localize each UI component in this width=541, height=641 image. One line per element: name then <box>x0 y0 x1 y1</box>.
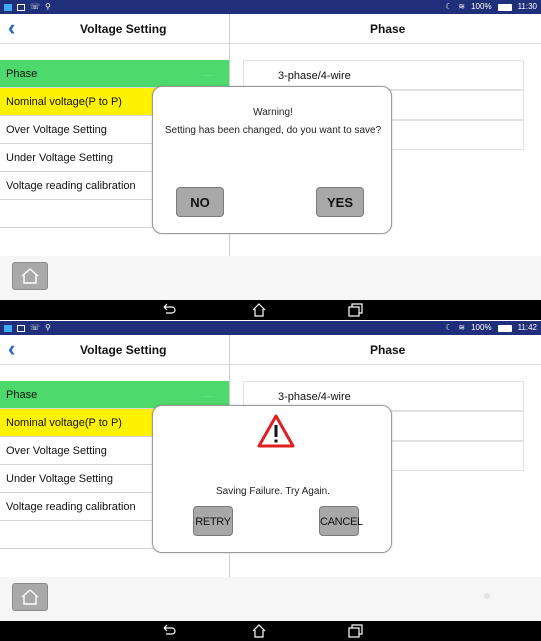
notification-icon <box>4 324 12 332</box>
app-header: ‹ Voltage Setting Phase <box>0 335 541 365</box>
page-title: Voltage Setting <box>80 22 167 36</box>
phone-icon: ☏ <box>30 323 41 332</box>
app-header: ‹ Voltage Setting Phase <box>0 14 541 44</box>
status-bar: ☏ ⚲ ☾ ≋ 100% 11:30 <box>0 0 541 14</box>
message-icon <box>17 324 25 332</box>
page-title: Voltage Setting <box>80 343 167 357</box>
notification-icon <box>4 3 12 11</box>
no-button[interactable]: NO <box>176 187 224 217</box>
footer-area <box>0 256 541 300</box>
menu-item-label: Over Voltage Setting <box>6 445 107 457</box>
battery-icon <box>497 324 512 332</box>
dialog-title: Warning! <box>253 107 293 118</box>
save-failure-dialog: Saving Failure. Try Again. RETRY CANCEL <box>152 405 392 553</box>
menu-item-tag: .... <box>204 69 213 78</box>
menu-item-label: Under Voltage Setting <box>6 152 114 164</box>
moon-icon: ☾ <box>445 2 453 11</box>
menu-item-label: Voltage reading calibration <box>6 501 136 513</box>
menu-item-label: Phase <box>6 389 38 401</box>
battery-percent: 100% <box>471 323 492 332</box>
clock: 11:30 <box>517 2 537 11</box>
battery-percent: 100% <box>471 2 492 11</box>
home-nav-icon[interactable] <box>250 623 268 639</box>
back-arrow-icon[interactable]: ‹ <box>8 338 28 361</box>
back-nav-icon[interactable] <box>160 302 178 318</box>
back-arrow-icon[interactable]: ‹ <box>8 17 28 40</box>
menu-item-label: Phase <box>6 68 38 80</box>
menu-item-label: Nominal voltage(P to P) <box>6 96 122 108</box>
recent-apps-icon[interactable] <box>346 302 364 318</box>
moon-icon: ☾ <box>445 323 453 332</box>
dialog-message: Setting has been changed, do you want to… <box>164 125 382 136</box>
message-icon <box>17 3 25 11</box>
battery-icon <box>497 3 512 11</box>
footer-area <box>0 577 541 621</box>
phone-icon: ☏ <box>30 2 41 11</box>
recent-apps-icon[interactable] <box>346 623 364 639</box>
system-nav-bar <box>0 300 541 320</box>
scroll-dot <box>484 593 490 599</box>
screenshot-2: ☏ ⚲ ☾ ≋ 100% 11:42 ‹ Voltage Setting Pha… <box>0 321 541 641</box>
warning-icon <box>257 414 295 448</box>
menu-item-phase[interactable]: Phase .... <box>0 60 229 88</box>
location-icon: ⚲ <box>45 323 51 332</box>
retry-button[interactable]: RETRY <box>193 506 233 536</box>
home-button[interactable] <box>12 583 48 611</box>
cancel-button[interactable]: CANCEL <box>319 506 363 536</box>
system-nav-bar <box>0 621 541 641</box>
menu-item-label: Under Voltage Setting <box>6 473 114 485</box>
location-icon: ⚲ <box>45 2 51 11</box>
header-divider <box>229 335 230 365</box>
home-icon <box>21 268 39 284</box>
menu-item-label: Nominal voltage(P to P) <box>6 417 122 429</box>
home-button[interactable] <box>12 262 48 290</box>
screenshot-1: ☏ ⚲ ☾ ≋ 100% 11:30 ‹ Voltage Setting Pha… <box>0 0 541 320</box>
status-bar: ☏ ⚲ ☾ ≋ 100% 11:42 <box>0 321 541 335</box>
back-nav-icon[interactable] <box>160 623 178 639</box>
home-icon <box>21 589 39 605</box>
dialog-message: Saving Failure. Try Again. <box>216 486 330 497</box>
header-divider <box>229 14 230 44</box>
wifi-icon: ≋ <box>458 323 466 332</box>
save-warning-dialog: Warning! Setting has been changed, do yo… <box>152 86 392 234</box>
wifi-icon: ≋ <box>458 2 466 11</box>
menu-item-label: Over Voltage Setting <box>6 124 107 136</box>
yes-button[interactable]: YES <box>316 187 364 217</box>
section-title: Phase <box>370 343 406 357</box>
clock: 11:42 <box>517 323 537 332</box>
menu-item-label: Voltage reading calibration <box>6 180 136 192</box>
home-nav-icon[interactable] <box>250 302 268 318</box>
section-title: Phase <box>370 22 406 36</box>
